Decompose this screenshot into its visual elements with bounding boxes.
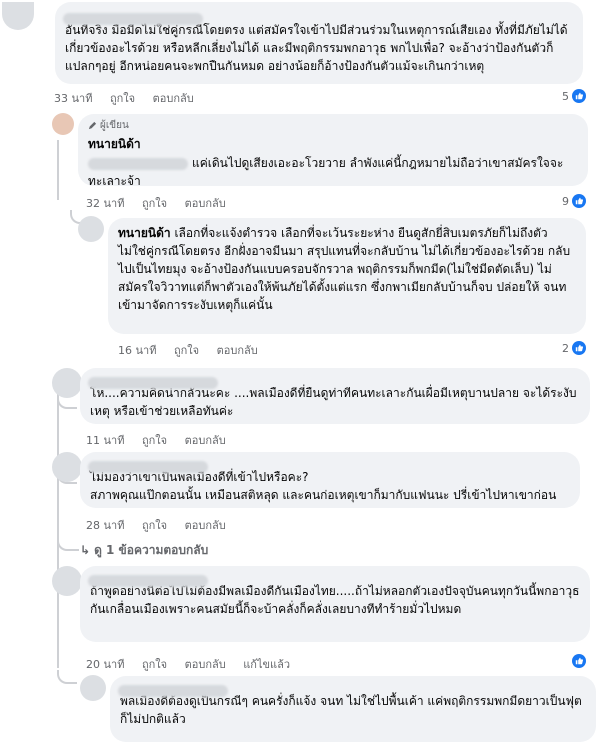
- comment-meta: 20 นาที ถูกใจ ตอบกลับ แก้ไขแล้ว: [86, 655, 304, 673]
- commenter-name[interactable]: ทนายนิด้า: [88, 135, 578, 154]
- like-reaction-icon: [572, 89, 586, 103]
- commenter-name[interactable]: ทนายนิด้า: [118, 226, 171, 240]
- like-button[interactable]: ถูกใจ: [142, 658, 167, 671]
- author-badge-label: ผู้เขียน: [100, 120, 129, 131]
- like-button[interactable]: ถูกใจ: [142, 519, 167, 532]
- comment-bubble: ไม่มองว่าเขาเป็นพลเมืองดีที่เข้าไปหรือคะ…: [80, 452, 580, 508]
- like-button[interactable]: ถูกใจ: [174, 344, 199, 357]
- comment-bubble: ถ้าพูดอย่างนี้ต่อไปไม่ต้องมีพลเมืองดีกัน…: [80, 566, 590, 642]
- comment-bubble: พลเมืองดีต้องดูเป็นกรณีๆ คนครั่งก็แจ้ง จ…: [110, 676, 596, 742]
- like-button[interactable]: ถูกใจ: [110, 92, 135, 105]
- reaction-number: 9: [562, 194, 569, 208]
- pencil-icon: [88, 121, 97, 130]
- avatar[interactable]: [2, 2, 34, 30]
- comment-meta: 11 นาที ถูกใจ ตอบกลับ: [86, 431, 240, 449]
- view-more-replies-label: ดู 1 ข้อความตอบกลับ: [94, 543, 209, 557]
- comment-time[interactable]: 20 นาที: [86, 658, 124, 671]
- avatar[interactable]: [52, 368, 82, 398]
- avatar[interactable]: [52, 452, 82, 482]
- thread-curve: [57, 535, 79, 551]
- reply-button[interactable]: ตอบกลับ: [185, 519, 226, 532]
- reply-button[interactable]: ตอบกลับ: [153, 92, 194, 105]
- like-reaction-icon: [572, 341, 586, 355]
- like-reaction-icon: [572, 194, 586, 208]
- edited-label: แก้ไขแล้ว: [243, 658, 291, 671]
- reaction-count[interactable]: 2: [562, 341, 586, 355]
- like-reaction-icon: [572, 654, 586, 668]
- reaction-count[interactable]: 5: [562, 89, 586, 103]
- reaction-number: 5: [562, 89, 569, 103]
- avatar[interactable]: [78, 216, 104, 242]
- comment-bubble: อันที่จริง มือมีดไม่ใช่คู่กรณีโดยตรง แต่…: [55, 2, 583, 84]
- comment-bubble: ทนายนิด้า เลือกที่จะแจ้งตำรวจ เลือกที่จะ…: [108, 218, 586, 334]
- author-avatar[interactable]: [52, 113, 74, 135]
- avatar[interactable]: [80, 675, 106, 701]
- comment-time[interactable]: 16 นาที: [118, 344, 156, 357]
- comment-time[interactable]: 11 นาที: [86, 434, 124, 447]
- comment-meta: 16 นาที ถูกใจ ตอบกลับ: [118, 341, 272, 359]
- reaction-count[interactable]: 9: [562, 194, 586, 208]
- view-more-replies-link[interactable]: ↳ ดู 1 ข้อความตอบกลับ: [80, 541, 208, 560]
- thread-line: [57, 392, 59, 668]
- like-button[interactable]: ถูกใจ: [142, 197, 167, 210]
- comment-time[interactable]: 32 นาที: [86, 197, 124, 210]
- comment-time[interactable]: 28 นาที: [86, 519, 124, 532]
- comment-meta: 28 นาที ถูกใจ ตอบกลับ: [86, 516, 240, 534]
- author-badge: ผู้เขียน: [88, 118, 578, 133]
- like-button[interactable]: ถูกใจ: [142, 434, 167, 447]
- comment-bubble: ผู้เขียน ทนายนิด้า แค่เดินไปดูเสียงเอะอะ…: [78, 114, 588, 188]
- comment-bubble: โห....ความคิดน่ากลัวนะคะ ....พลเมืองดีที…: [80, 368, 590, 424]
- reaction-count[interactable]: [572, 654, 586, 668]
- comment-meta: 32 นาที ถูกใจ ตอบกลับ: [86, 194, 240, 212]
- reply-button[interactable]: ตอบกลับ: [185, 197, 226, 210]
- comment-time[interactable]: 33 นาที: [54, 92, 92, 105]
- reply-arrow-icon: ↳: [80, 543, 91, 557]
- thread-curve: [57, 670, 77, 684]
- avatar[interactable]: [52, 566, 82, 596]
- reaction-number: 2: [562, 341, 569, 355]
- reply-button[interactable]: ตอบกลับ: [185, 658, 226, 671]
- comment-meta: 33 นาที ถูกใจ ตอบกลับ: [54, 89, 208, 107]
- comment-text: เลือกที่จะแจ้งตำรวจ เลือกที่จะเว้นระยะห่…: [118, 226, 571, 312]
- reply-button[interactable]: ตอบกลับ: [185, 434, 226, 447]
- reply-button[interactable]: ตอบกลับ: [217, 344, 258, 357]
- thread-line: [57, 140, 59, 200]
- comment-text: อันที่จริง มือมีดไม่ใช่คู่กรณีโดยตรง แต่…: [65, 23, 568, 73]
